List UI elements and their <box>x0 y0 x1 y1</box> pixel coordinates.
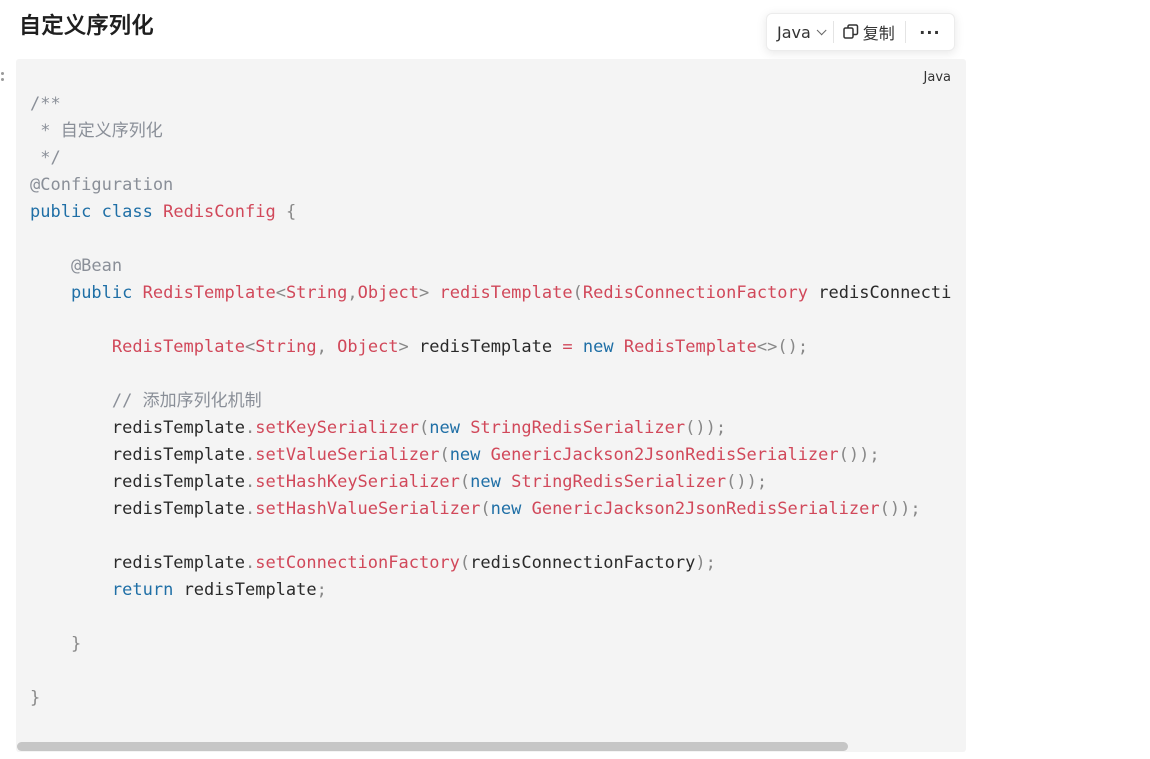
document-page: 自定义序列化 Java 复制 ··· Java /** * 自定义序列化 */ … <box>0 0 1150 759</box>
code-line: redisTemplate.setHashValueSerializer(new… <box>111 499 921 519</box>
code-toolbar: Java 复制 ··· <box>766 13 955 51</box>
code-line: public RedisTemplate<String,Object> redi… <box>70 283 952 303</box>
drag-dot <box>1 78 4 81</box>
code-line: public class RedisConfig { <box>30 202 297 222</box>
code-line: redisTemplate.setValueSerializer(new Gen… <box>111 445 880 465</box>
code-line: redisTemplate.setKeySerializer(new Strin… <box>111 418 727 438</box>
copy-icon <box>843 24 859 39</box>
copy-button[interactable]: 复制 <box>834 14 905 50</box>
code-line: } <box>30 634 82 654</box>
code-line: RedisTemplate<String, Object> redisTempl… <box>111 337 809 357</box>
code-language-label: Java <box>923 70 951 85</box>
code-line: return redisTemplate; <box>111 580 327 600</box>
code-line: redisTemplate.setHashKeySerializer(new S… <box>111 472 768 492</box>
code-line: redisTemplate.setConnectionFactory(redis… <box>111 553 716 573</box>
code-line: /** <box>30 94 61 114</box>
code-block[interactable]: Java /** * 自定义序列化 */ @Configuration publ… <box>16 59 966 752</box>
copy-button-label: 复制 <box>862 24 895 43</box>
code-content[interactable]: /** * 自定义序列化 */ @Configuration public cl… <box>30 91 951 712</box>
code-line: */ <box>30 148 61 168</box>
drag-dot <box>1 72 4 75</box>
more-options-button[interactable]: ··· <box>906 14 954 50</box>
block-drag-handle[interactable] <box>1 72 5 86</box>
code-line: * 自定义序列化 <box>30 121 163 141</box>
code-line: @Bean <box>30 256 123 276</box>
chevron-down-icon <box>816 24 827 35</box>
language-selector[interactable]: Java <box>767 14 833 50</box>
horizontal-scrollbar[interactable] <box>16 740 966 752</box>
section-heading: 自定义序列化 <box>19 14 155 39</box>
scrollbar-thumb[interactable] <box>17 742 848 751</box>
code-line: @Configuration <box>30 175 174 195</box>
code-line: } <box>30 688 41 708</box>
language-selector-label: Java <box>777 22 811 42</box>
code-line: // 添加序列化机制 <box>30 391 262 411</box>
more-icon: ··· <box>919 22 941 42</box>
